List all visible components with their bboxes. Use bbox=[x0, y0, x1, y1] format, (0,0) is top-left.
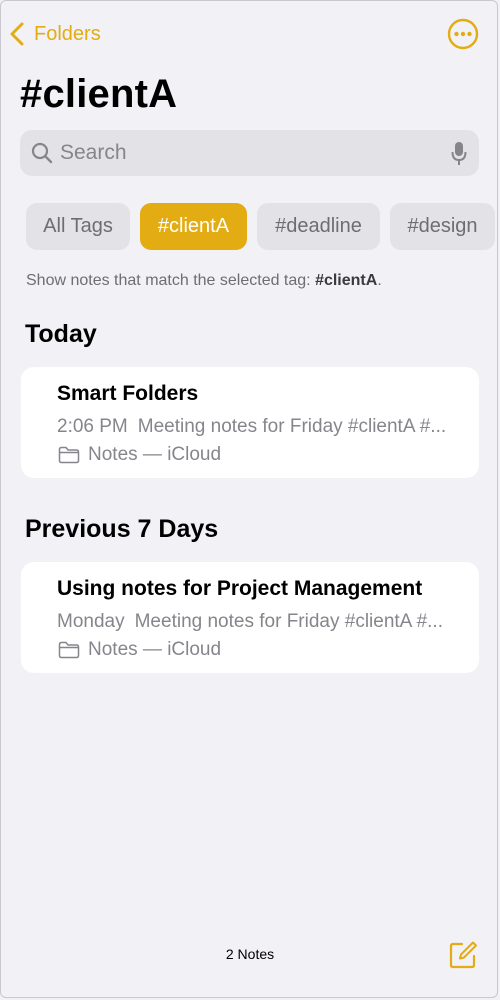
page-title: #clientA bbox=[20, 72, 178, 116]
note-meta: Monday Meeting notes for Friday #clientA … bbox=[57, 611, 467, 633]
chevron-left-icon bbox=[10, 22, 24, 46]
note-meta: 2:06 PM Meeting notes for Friday #clientA… bbox=[57, 416, 467, 438]
compose-button[interactable] bbox=[448, 940, 478, 970]
note-time: Monday bbox=[57, 611, 125, 632]
note-card[interactable]: Smart Folders 2:06 PM Meeting notes for F… bbox=[21, 367, 479, 478]
notes-count: 2 Notes bbox=[225, 946, 275, 962]
note-preview: Meeting notes for Friday #clientA #... bbox=[137, 416, 447, 437]
microphone-icon[interactable] bbox=[451, 141, 467, 172]
note-title: Using notes for Project Management bbox=[57, 577, 423, 600]
compose-icon bbox=[448, 941, 478, 974]
more-options-button[interactable] bbox=[446, 17, 480, 51]
note-folder: Notes — iCloud bbox=[58, 639, 221, 661]
tag-filter-bar: All Tags #clientA #deadline #design bbox=[0, 203, 500, 251]
hint-suffix: . bbox=[377, 272, 382, 289]
folder-icon bbox=[58, 641, 88, 659]
tag-chip-all-tags[interactable]: All Tags bbox=[26, 203, 130, 250]
hint-tag: #clientA bbox=[315, 272, 378, 289]
note-card[interactable]: Using notes for Project Management Monda… bbox=[21, 562, 479, 673]
note-folder: Notes — iCloud bbox=[58, 444, 221, 466]
tag-chip-clienta[interactable]: #clientA bbox=[140, 203, 247, 250]
note-folder-label: Notes — iCloud bbox=[88, 639, 222, 660]
tag-chip-design[interactable]: #design bbox=[390, 203, 495, 250]
tag-chip-deadline[interactable]: #deadline bbox=[257, 203, 380, 250]
note-preview: Meeting notes for Friday #clientA #... bbox=[134, 611, 443, 632]
search-bar[interactable] bbox=[20, 130, 479, 176]
ellipsis-circle-icon bbox=[446, 18, 480, 55]
note-folder-label: Notes — iCloud bbox=[88, 444, 222, 465]
note-time: 2:06 PM bbox=[57, 416, 128, 437]
section-title-today: Today bbox=[25, 320, 97, 348]
back-button-label: Folders bbox=[34, 22, 101, 45]
tag-filter-hint: Show notes that match the selected tag: … bbox=[26, 272, 382, 290]
search-icon bbox=[30, 141, 54, 170]
folder-icon bbox=[58, 446, 88, 464]
search-input[interactable] bbox=[60, 130, 440, 176]
back-button[interactable]: Folders bbox=[10, 18, 101, 50]
section-title-previous-7-days: Previous 7 Days bbox=[25, 515, 219, 543]
hint-text: Show notes that match the selected tag: bbox=[26, 272, 316, 289]
note-title: Smart Folders bbox=[57, 382, 199, 405]
